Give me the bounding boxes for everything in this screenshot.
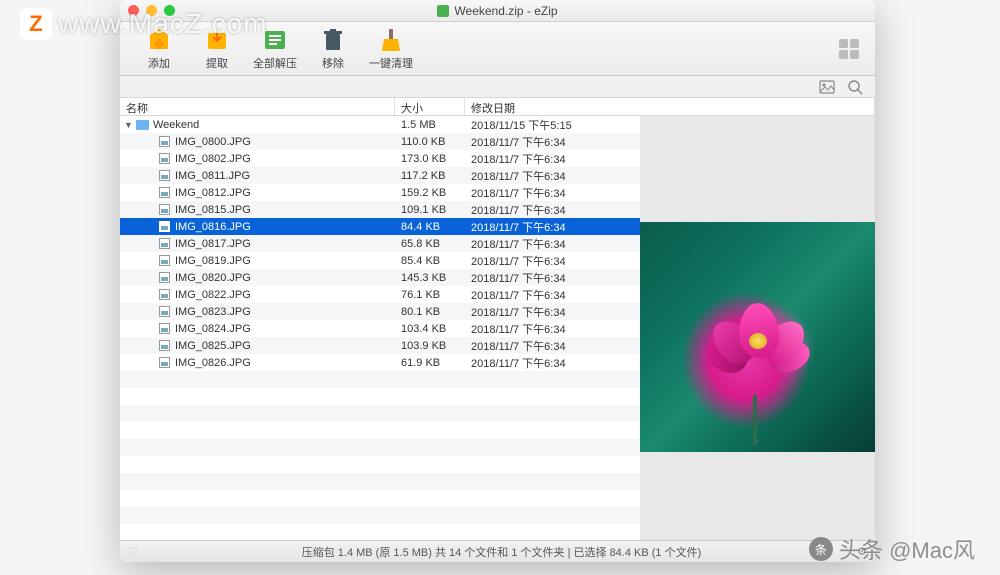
empty-row	[120, 524, 640, 540]
file-row[interactable]: IMG_0802.JPG 173.0 KB2018/11/7 下午6:34	[120, 150, 640, 167]
empty-row	[120, 490, 640, 507]
image-file-icon	[158, 322, 171, 335]
search-icon[interactable]	[847, 79, 863, 95]
col-size[interactable]: 大小	[395, 98, 465, 115]
empty-row	[120, 371, 640, 388]
empty-row	[120, 405, 640, 422]
watermark-logo: Z	[20, 8, 52, 40]
clean-button[interactable]: 一键清理	[362, 24, 420, 74]
remove-button[interactable]: 移除	[304, 24, 362, 74]
file-row[interactable]: IMG_0823.JPG 80.1 KB2018/11/7 下午6:34	[120, 303, 640, 320]
empty-row	[120, 473, 640, 490]
disclosure-triangle-icon[interactable]: ▼	[124, 120, 132, 130]
file-row[interactable]: IMG_0817.JPG 65.8 KB2018/11/7 下午6:34	[120, 235, 640, 252]
watermark-bottom: 条 头条 @Mac风	[809, 533, 975, 565]
file-row[interactable]: IMG_0811.JPG 117.2 KB2018/11/7 下午6:34	[120, 167, 640, 184]
clean-label: 一键清理	[369, 55, 413, 71]
status-text: 压缩包 1.4 MB (原 1.5 MB) 共 14 个文件和 1 个文件夹 |…	[146, 544, 857, 560]
image-file-icon	[158, 169, 171, 182]
empty-row	[120, 456, 640, 473]
extract-label: 提取	[206, 55, 228, 71]
app-window: Weekend.zip - eZip 添加 提取 全部解压 移除	[120, 0, 875, 562]
image-file-icon	[158, 220, 171, 233]
file-list[interactable]: ▼Weekend 1.5 MB2018/11/15 下午5:15 IMG_080…	[120, 116, 640, 540]
view-grid-icon[interactable]	[839, 39, 859, 59]
image-file-icon	[158, 152, 171, 165]
window-title-text: Weekend.zip - eZip	[454, 4, 557, 18]
file-row[interactable]: IMG_0824.JPG 103.4 KB2018/11/7 下午6:34	[120, 320, 640, 337]
empty-row	[120, 388, 640, 405]
image-file-icon	[158, 356, 171, 369]
image-preview-icon[interactable]	[819, 79, 835, 95]
watermark-bottom-text: 头条 @Mac风	[839, 533, 975, 565]
file-row[interactable]: IMG_0812.JPG 159.2 KB2018/11/7 下午6:34	[120, 184, 640, 201]
preview-pane	[640, 116, 875, 540]
file-row[interactable]: IMG_0815.JPG 109.1 KB2018/11/7 下午6:34	[120, 201, 640, 218]
clean-icon	[378, 27, 404, 53]
folder-icon	[136, 118, 149, 131]
add-label: 添加	[148, 55, 170, 71]
file-row[interactable]: IMG_0800.JPG 110.0 KB2018/11/7 下午6:34	[120, 133, 640, 150]
extract-all-label: 全部解压	[253, 55, 297, 71]
empty-row	[120, 439, 640, 456]
folder-row[interactable]: ▼Weekend 1.5 MB2018/11/15 下午5:15	[120, 116, 640, 133]
favorite-icon[interactable]: ♡	[128, 545, 138, 558]
archive-icon	[437, 5, 449, 17]
file-row[interactable]: IMG_0820.JPG 145.3 KB2018/11/7 下午6:34	[120, 269, 640, 286]
empty-row	[120, 422, 640, 439]
image-file-icon	[158, 254, 171, 267]
image-file-icon	[158, 203, 171, 216]
column-headers: 名称 大小 修改日期	[120, 98, 875, 116]
remove-label: 移除	[322, 55, 344, 71]
toutiao-icon: 条	[809, 537, 833, 561]
image-file-icon	[158, 339, 171, 352]
col-name[interactable]: 名称	[120, 98, 395, 115]
statusbar: ♡ 压缩包 1.4 MB (原 1.5 MB) 共 14 个文件和 1 个文件夹…	[120, 540, 875, 562]
empty-row	[120, 507, 640, 524]
image-file-icon	[158, 288, 171, 301]
image-file-icon	[158, 237, 171, 250]
watermark-url: www.MacZ.com	[58, 8, 268, 40]
preview-image[interactable]	[640, 222, 875, 452]
content-area: ▼Weekend 1.5 MB2018/11/15 下午5:15 IMG_080…	[120, 116, 875, 540]
file-row[interactable]: IMG_0819.JPG 85.4 KB2018/11/7 下午6:34	[120, 252, 640, 269]
file-row[interactable]: IMG_0826.JPG 61.9 KB2018/11/7 下午6:34	[120, 354, 640, 371]
file-row[interactable]: IMG_0816.JPG 84.4 KB2018/11/7 下午6:34	[120, 218, 640, 235]
image-file-icon	[158, 305, 171, 318]
image-file-icon	[158, 135, 171, 148]
file-row[interactable]: IMG_0825.JPG 103.9 KB2018/11/7 下午6:34	[120, 337, 640, 354]
image-file-icon	[158, 271, 171, 284]
col-date[interactable]: 修改日期	[465, 98, 875, 115]
remove-icon	[320, 27, 346, 53]
file-row[interactable]: IMG_0822.JPG 76.1 KB2018/11/7 下午6:34	[120, 286, 640, 303]
image-file-icon	[158, 186, 171, 199]
